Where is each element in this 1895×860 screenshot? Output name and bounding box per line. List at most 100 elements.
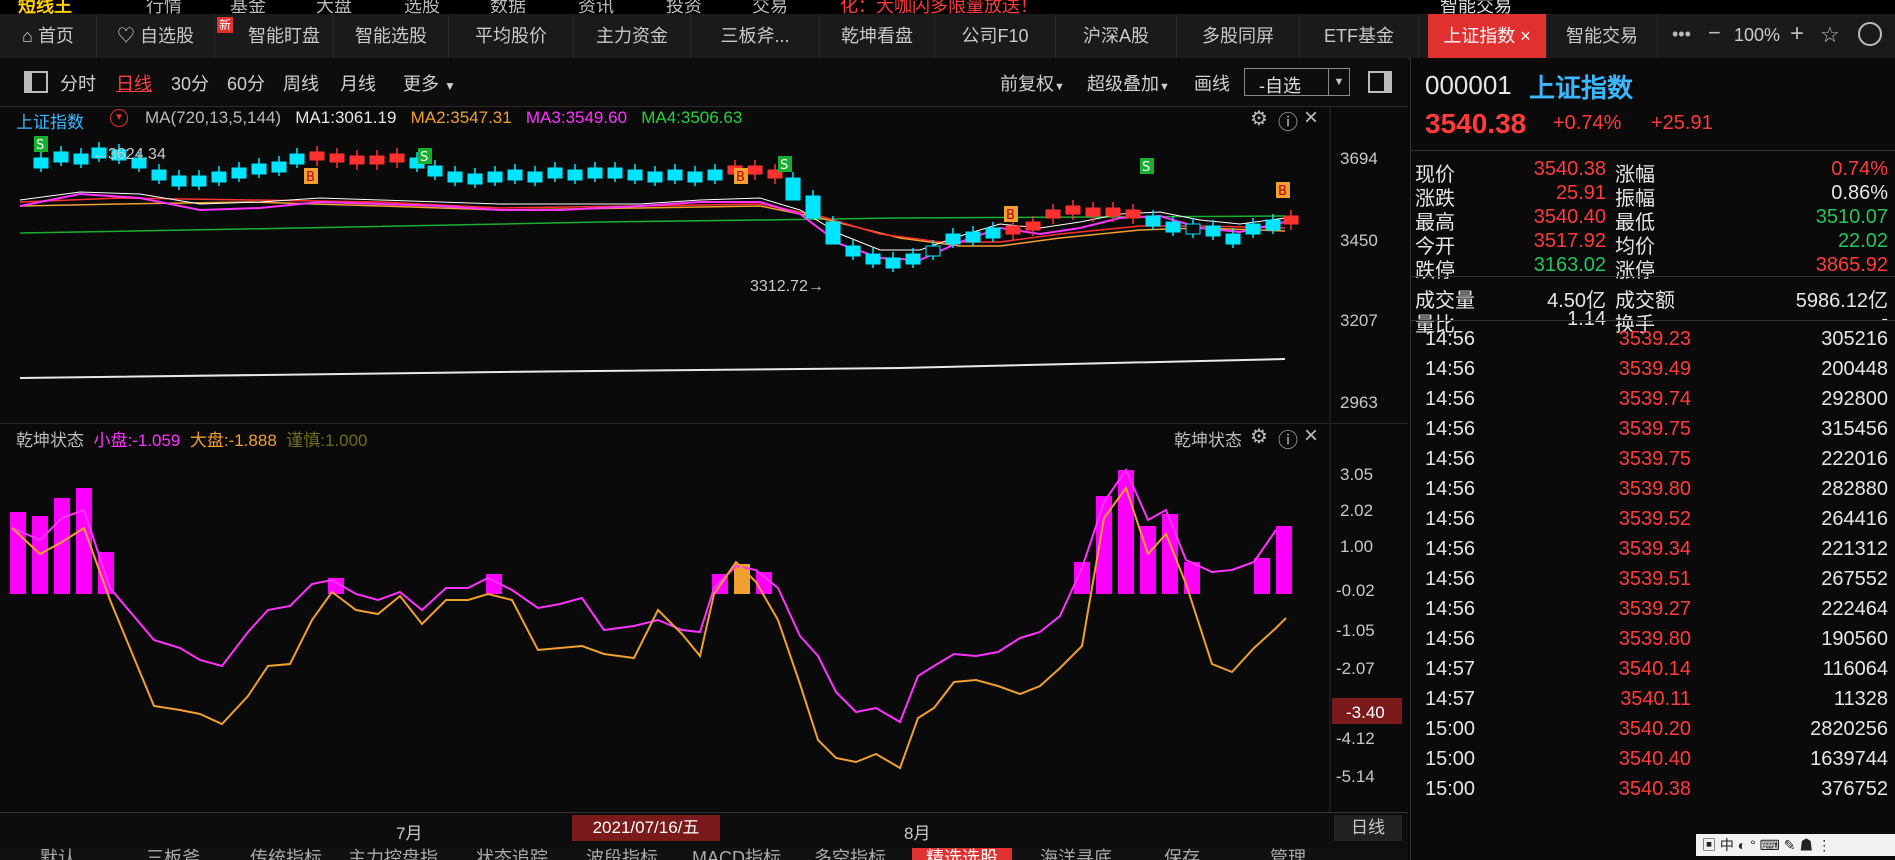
tick-price: 3539.80: [1618, 628, 1691, 650]
quote-value: 3510.07: [1815, 206, 1888, 228]
tab-multi-stock[interactable]: 多股同屏: [1177, 14, 1300, 58]
menu-picker[interactable]: 选股: [404, 0, 440, 14]
y-tick: 3.05: [1340, 465, 1373, 484]
menu-funds[interactable]: 基金: [230, 0, 266, 14]
indicator-tab[interactable]: 传统指标: [250, 848, 322, 860]
quote-label: 跌停: [1415, 260, 1455, 282]
zoom-out-icon[interactable]: −: [1708, 20, 1721, 46]
ime-mode: 中: [1719, 837, 1734, 853]
sidebar-toggle-icon[interactable]: [24, 71, 48, 93]
tick-price: 3539.51: [1618, 568, 1691, 590]
tick-time: 15:00: [1425, 778, 1476, 800]
tick-price: 3539.27: [1618, 598, 1691, 620]
candle: [945, 233, 961, 245]
promo-banner[interactable]: 化：大咖闪多限量放送！: [840, 0, 1038, 14]
star-icon[interactable]: ☆: [1820, 22, 1840, 48]
menu-invest[interactable]: 投资: [666, 0, 702, 14]
watchlist-value: -自选: [1259, 76, 1301, 96]
indicator-tab-active[interactable]: 精选选股: [912, 848, 1012, 860]
adjust-dropdown[interactable]: 前复权▼: [1000, 70, 1065, 96]
tick-volume: 305216: [1821, 328, 1888, 350]
qiankun-indicator-chart[interactable]: 3.05 2.02 1.00 -0.02 -1.05 -2.07 -3.40 -…: [0, 424, 1408, 812]
tick-volume: 1639744: [1810, 748, 1888, 770]
candle: [1225, 233, 1241, 245]
svg-text:B: B: [1006, 208, 1015, 223]
indicator-tab[interactable]: MACD指标: [692, 848, 781, 860]
candle: [547, 167, 563, 179]
tab-smart-monitor[interactable]: 新智能盯盘: [215, 14, 334, 58]
candle: [985, 227, 1001, 239]
tab-label: 沪深A股: [1082, 26, 1149, 46]
y-tick: -5.14: [1336, 767, 1375, 786]
y-tick: -1.05: [1336, 621, 1375, 640]
change-pct: +0.74%: [1553, 112, 1622, 134]
ime-logo-icon: ▣: [1702, 837, 1716, 853]
tick-volume: 264416: [1821, 508, 1888, 530]
tab-label: 智能盯盘: [248, 26, 320, 46]
indicator-tab[interactable]: 状态追踪: [476, 848, 548, 860]
settings-icon[interactable]: [1858, 22, 1882, 46]
tab-qiankun[interactable]: 乾坤看盘: [820, 14, 935, 58]
tab-label: 乾坤看盘: [841, 26, 913, 46]
period-monthly[interactable]: 月线: [340, 70, 376, 96]
indicator-tab[interactable]: 主力控盘指: [348, 848, 438, 860]
main-chart-panel: 上证指数 ▼ MA(720,13,5,144) MA1:3061.19 MA2:…: [0, 104, 1408, 424]
tab-avg-price[interactable]: 平均股价: [449, 14, 574, 58]
close-icon[interactable]: ×: [1520, 26, 1531, 46]
quote-value: 3540.40: [1533, 206, 1606, 228]
tab-a-shares[interactable]: 沪深A股: [1056, 14, 1177, 58]
more-dots-icon[interactable]: •••: [1672, 24, 1691, 45]
period-intraday[interactable]: 分时: [60, 70, 96, 96]
candle: [1065, 205, 1081, 215]
menu-trade[interactable]: 交易: [752, 0, 788, 14]
tab-three-axes[interactable]: 三板斧...: [691, 14, 820, 58]
panel-toggle-icon[interactable]: [1368, 71, 1392, 93]
y-tick: 1.00: [1340, 537, 1373, 556]
tick-price: 3540.40: [1618, 748, 1691, 770]
period-daily[interactable]: 日线: [116, 70, 152, 96]
indicator-tab[interactable]: 保存: [1164, 848, 1200, 860]
candlestick-chart[interactable]: S B S B S B S B ←3624.34 3312.72→ 3694 3…: [0, 106, 1408, 424]
tab-f10[interactable]: 公司F10: [935, 14, 1056, 58]
candle: [467, 173, 483, 185]
svg-text:B: B: [306, 170, 315, 185]
tab-main-funds[interactable]: 主力资金: [574, 14, 691, 58]
ime-toolbar[interactable]: ▣ 中 ◐ ° ⌨ ✎ ☗ ⋮: [1696, 834, 1895, 856]
tab-smart-trade[interactable]: 智能交易: [1547, 14, 1658, 58]
tab-etf[interactable]: ETF基金: [1300, 14, 1419, 58]
tick-price: 3539.34: [1618, 538, 1691, 560]
indicator-tab[interactable]: 波段指标: [586, 848, 658, 860]
menu-quotes[interactable]: 行情: [146, 0, 182, 14]
quote-value: 3865.92: [1815, 254, 1888, 276]
watchlist-select[interactable]: -自选 ▼: [1244, 68, 1350, 96]
tick-time: 14:57: [1425, 658, 1476, 680]
indicator-tabs: 默认 三板斧 传统指标 主力控盘指 状态追踪 波段指标 MACD指标 多空指标 …: [0, 848, 1408, 860]
period-60m[interactable]: 60分: [227, 70, 265, 96]
draw-line-button[interactable]: 画线: [1194, 70, 1230, 96]
indicator-tab[interactable]: 海洋寻底: [1040, 848, 1112, 860]
tab-sh-index[interactable]: 上证指数 ×: [1428, 14, 1547, 58]
candle: [33, 157, 49, 169]
zoom-in-icon[interactable]: +: [1790, 20, 1804, 48]
caret-down-icon: ▼: [1328, 69, 1349, 95]
menu-data[interactable]: 数据: [490, 0, 526, 14]
high-label: ←3624.34: [92, 146, 166, 163]
period-30m[interactable]: 30分: [171, 70, 209, 96]
indicator-tab[interactable]: 多空指标: [814, 848, 886, 860]
more-dropdown[interactable]: 更多 ▼: [403, 70, 456, 96]
tab-watchlist[interactable]: ♡ 自选股: [97, 14, 215, 58]
menu-market[interactable]: 大盘: [316, 0, 352, 14]
smart-trade-button[interactable]: 智能交易: [1440, 0, 1512, 14]
indicator-tab[interactable]: 三板斧: [146, 848, 200, 860]
tab-home[interactable]: ⌂ 首页: [0, 14, 97, 58]
tab-bar: ⌂ 首页 ♡ 自选股 新智能盯盘 智能选股 平均股价 主力资金 三板斧... 乾…: [0, 14, 1895, 59]
menu-news[interactable]: 资讯: [578, 0, 614, 14]
indicator-tab[interactable]: 默认: [40, 848, 76, 860]
svg-text:S: S: [36, 138, 44, 153]
tab-smart-picker[interactable]: 智能选股: [334, 14, 449, 58]
quote-panel: 000001 上证指数 3540.38 +0.74% +25.91 现价 3540…: [1410, 58, 1895, 860]
indicator-tab[interactable]: 管理: [1270, 848, 1306, 860]
overlay-dropdown[interactable]: 超级叠加▼: [1087, 70, 1170, 96]
period-weekly[interactable]: 周线: [283, 70, 319, 96]
x-label-jul: 7月: [396, 824, 423, 843]
